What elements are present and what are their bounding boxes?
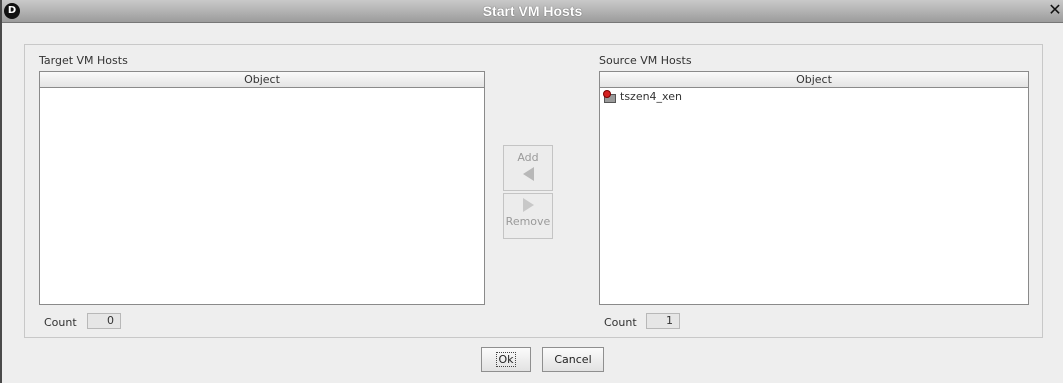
vm-host-name: tszen4_xen xyxy=(620,90,682,103)
close-icon[interactable]: ✕ xyxy=(1047,1,1063,19)
target-hosts-table[interactable]: Object xyxy=(39,71,485,305)
title-bar[interactable]: D Start VM Hosts ✕ xyxy=(2,0,1063,23)
arrow-left-icon xyxy=(522,167,534,181)
target-hosts-label: Target VM Hosts xyxy=(39,54,128,67)
source-hosts-label: Source VM Hosts xyxy=(599,54,692,67)
ok-button-label: Ok xyxy=(496,352,516,367)
source-count-field: 1 xyxy=(646,313,680,329)
remove-button[interactable]: Remove xyxy=(503,193,553,239)
dialog-title: Start VM Hosts xyxy=(482,3,583,19)
target-count-label: Count xyxy=(44,316,77,329)
table-row[interactable]: tszen4_xen xyxy=(600,88,1028,106)
cancel-button[interactable]: Cancel xyxy=(542,347,604,372)
source-count-label: Count xyxy=(604,316,637,329)
remove-button-label: Remove xyxy=(505,215,551,228)
content-panel: Target VM Hosts Object Count 0 Add Remov… xyxy=(24,44,1043,338)
ok-button[interactable]: Ok xyxy=(481,347,531,372)
arrow-right-icon xyxy=(522,198,534,212)
add-button-label: Add xyxy=(517,151,539,164)
source-column-header-object[interactable]: Object xyxy=(600,72,1028,88)
add-button[interactable]: Add xyxy=(503,145,553,191)
vm-host-icon xyxy=(603,90,617,104)
source-hosts-table[interactable]: Object tszen4_xen xyxy=(599,71,1029,305)
target-column-header-object[interactable]: Object xyxy=(40,72,484,88)
dialog-window: D Start VM Hosts ✕ Target VM Hosts Objec… xyxy=(0,0,1063,383)
target-count-field: 0 xyxy=(87,313,121,329)
